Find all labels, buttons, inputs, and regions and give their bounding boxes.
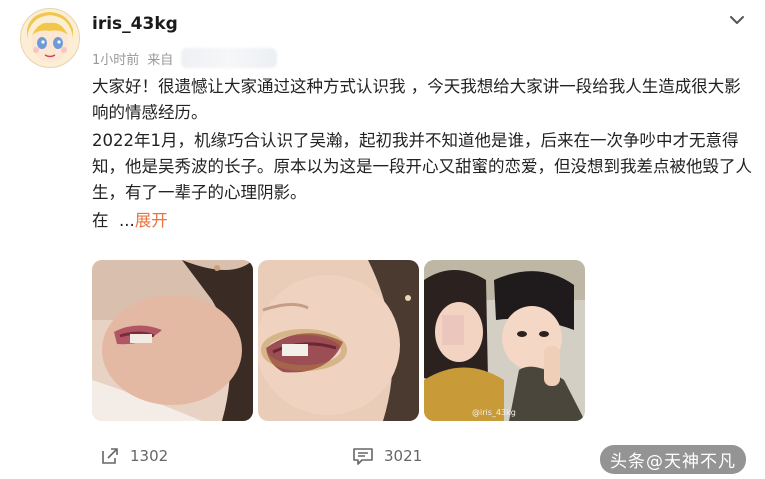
post-paragraph-2: 2022年1月，机缘巧合认识了吴瀚，起初我并不知道他是谁，后来在一次争吵中才无意…: [92, 131, 752, 202]
photo-grid: @iris_43kg: [92, 260, 585, 421]
photo-1-image: [92, 260, 253, 421]
source-blurred: [181, 48, 278, 68]
post-paragraph-1: 大家好！很遗憾让大家通过这种方式认识我 ，今天我想给大家讲一段给我人生造成很大影…: [92, 77, 741, 122]
photo-3[interactable]: @iris_43kg: [424, 260, 585, 421]
photo-3-image: [424, 260, 585, 421]
photo-3-watermark: @iris_43kg: [472, 408, 516, 417]
repost-icon: [102, 448, 118, 464]
avatar[interactable]: [20, 8, 80, 68]
truncated-line: 在 ...展开: [92, 208, 752, 234]
photo-1[interactable]: [92, 260, 253, 421]
platform-watermark: 头条@天神不凡: [600, 445, 746, 474]
post-meta: 1小时前 来自: [92, 48, 278, 68]
photo-2-image: [258, 260, 419, 421]
comment-action[interactable]: 3021: [352, 446, 422, 466]
chevron-down-icon[interactable]: [727, 10, 747, 30]
photo-2[interactable]: [258, 260, 419, 421]
comment-icon: [353, 448, 373, 465]
comment-count: 3021: [384, 447, 423, 465]
expand-link[interactable]: 展开: [135, 211, 168, 230]
username[interactable]: iris_43kg: [92, 14, 178, 34]
post-time: 1小时前: [92, 52, 140, 68]
avatar-illustration: [21, 9, 79, 67]
truncated-text: 在: [92, 211, 109, 230]
post-content: 大家好！很遗憾让大家通过这种方式认识我 ，今天我想给大家讲一段给我人生造成很大影…: [92, 74, 752, 236]
ellipsis: ...: [119, 211, 135, 230]
repost-count: 1302: [130, 447, 169, 465]
repost-action[interactable]: 1302: [100, 446, 168, 466]
source-prefix: 来自: [147, 52, 174, 68]
